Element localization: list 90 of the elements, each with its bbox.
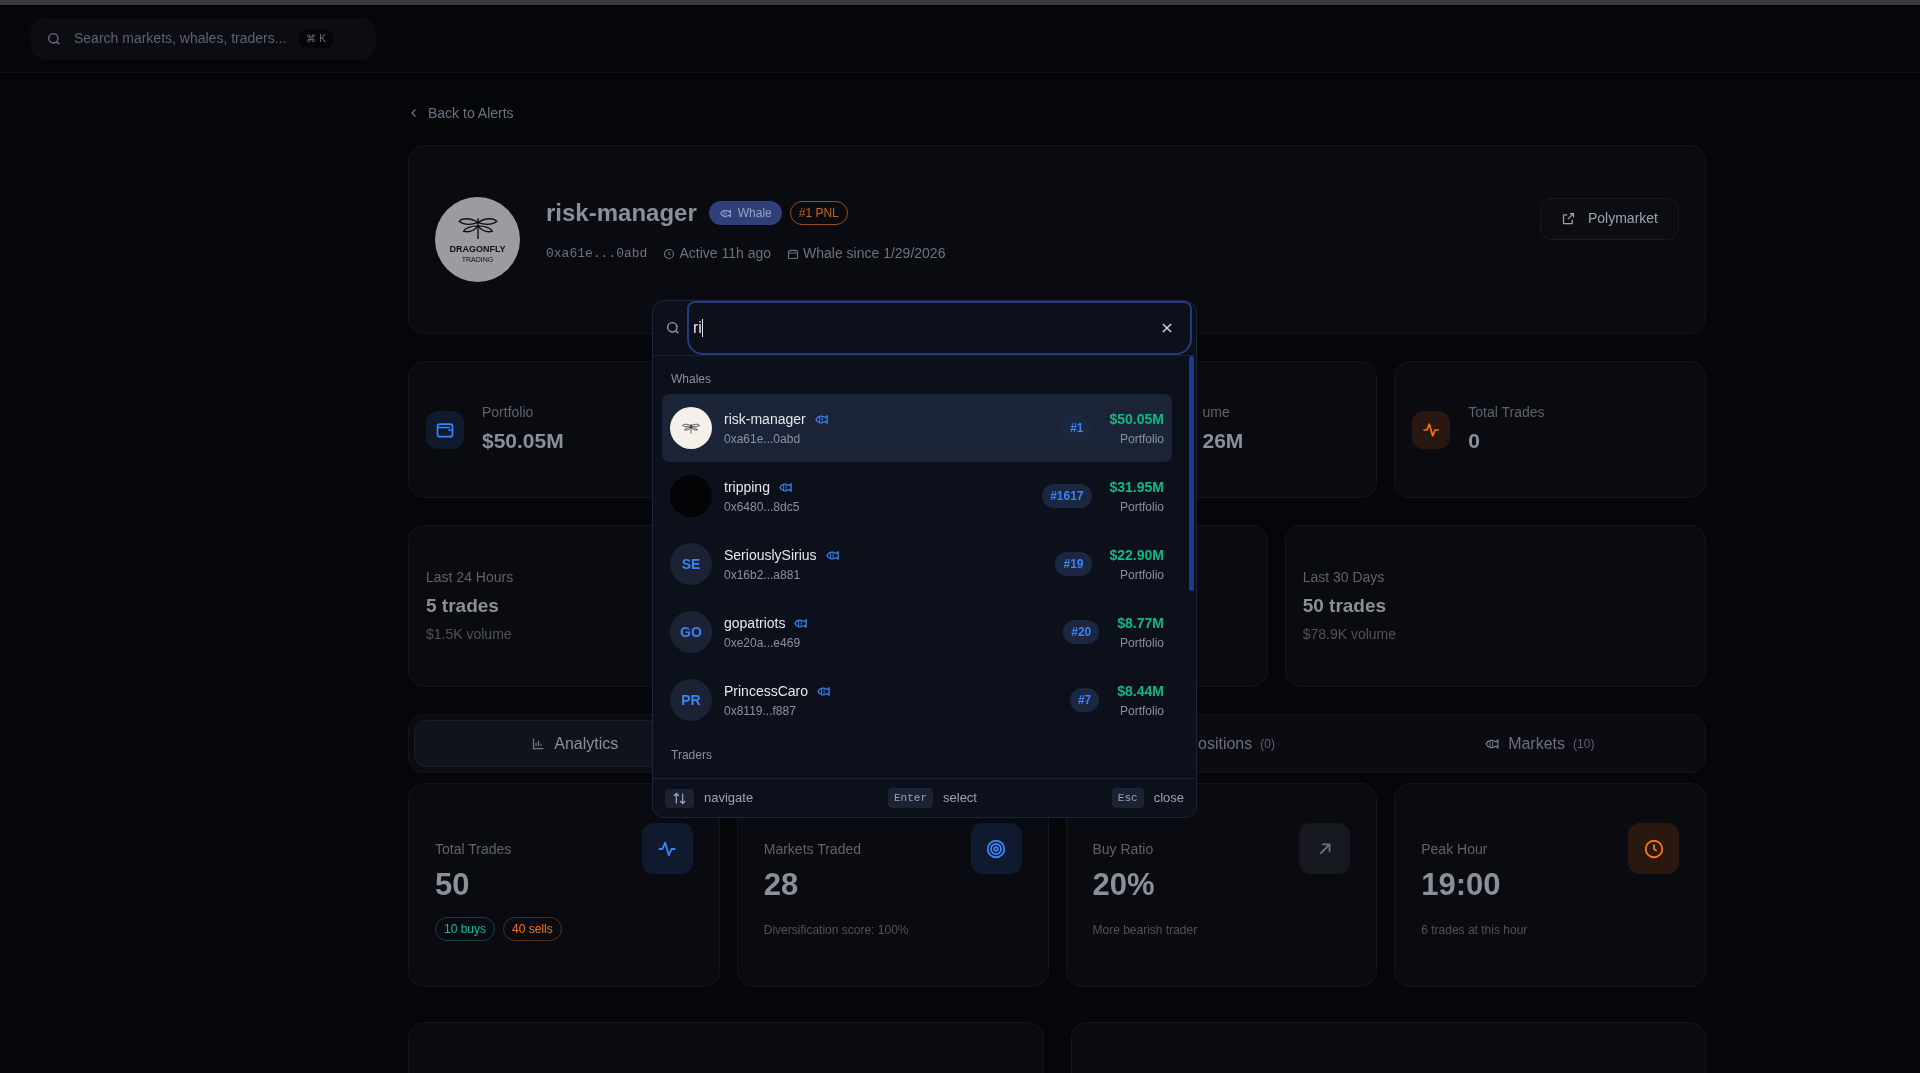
period-volume: $1.5K volume (426, 625, 512, 645)
portfolio-value: $8.77M (1117, 613, 1164, 633)
tab-count: (10) (1573, 735, 1595, 753)
period-trades: 5 trades (426, 593, 499, 618)
stat-label: Total Trades (1468, 403, 1545, 423)
search-result[interactable]: risk-manager 0xa61e...0abd #1 $50.05M Portfolio (662, 394, 1172, 462)
metric-value: 19:00 (1421, 866, 1502, 904)
key-hint-label: select (943, 789, 977, 808)
stat-value: 26M (1202, 428, 1244, 455)
external-link-icon (1560, 211, 1576, 226)
whale-badge: Whale (708, 201, 782, 225)
search-icon (46, 30, 62, 47)
polymarket-button[interactable]: Polymarket (1539, 197, 1679, 240)
dragonfly-icon (681, 422, 701, 434)
search-result[interactable]: GO gopatriots 0xe20a...e469 #20 $8.77M Portfolio (662, 598, 1172, 666)
whale-since-date: Whale since 1/29/2026 (803, 244, 946, 263)
back-link[interactable]: Back to Alerts (408, 102, 514, 124)
portfolio-label: Portfolio (1119, 430, 1164, 448)
up-down-arrows-icon (672, 791, 687, 805)
portfolio-value: $22.90M (1109, 545, 1164, 565)
rank-badge: #1617 (1042, 484, 1092, 508)
period-trades: 50 trades (1302, 593, 1387, 618)
whale-name: PrincessCaro (724, 681, 809, 701)
key-hint: Enter (888, 787, 933, 809)
tab[interactable]: Markets (10) (1378, 720, 1700, 767)
metric-label: Markets Traded (763, 840, 862, 859)
clock-icon (663, 247, 676, 260)
key-hint-label: close (1153, 789, 1184, 808)
whale-name: tripping (724, 477, 770, 497)
period-label: Last 24 Hours (426, 567, 514, 587)
rank-badge: #1 (1062, 416, 1092, 440)
portfolio-value: $8.44M (1117, 681, 1164, 701)
key-hint: Esc (1111, 787, 1144, 809)
metric-label: Buy Ratio (1092, 840, 1155, 859)
section-heading: Whales (670, 371, 712, 388)
scrollbar[interactable] (1189, 356, 1194, 591)
avatar-initials: GO (670, 611, 712, 653)
metric-value: 28 (763, 866, 800, 904)
key-hint-label: navigate (704, 789, 754, 808)
metric-note: Diversification score: 100% (763, 921, 909, 939)
portfolio-label: Portfolio (1119, 702, 1164, 720)
metric-note: More bearish trader (1092, 921, 1198, 939)
shortcut-key: ⌘ K (298, 29, 334, 48)
period-volume: $78.9K volume (1302, 625, 1397, 645)
search-placeholder: Search markets, whales, traders... (74, 29, 287, 48)
wallet-address: 0x16b2...a881 (724, 566, 802, 584)
wallet-address: 0x8119...f887 (724, 702, 797, 720)
stat-value: $50.05M (482, 428, 564, 455)
search-field[interactable]: Search markets, whales, traders... ⌘ K (30, 17, 376, 60)
search-result[interactable]: SE SeriouslySirius 0x16b2...a881 #19 $22.90M Portfolio (662, 530, 1172, 598)
logo-text: DRAGONFLY (449, 244, 506, 254)
avatar-initials: SE (670, 543, 712, 585)
rank-badge: #19 (1055, 552, 1092, 576)
calendar-icon (787, 247, 799, 260)
profile-name: risk-manager (546, 198, 697, 228)
search-icon (665, 320, 681, 336)
stat-label: Portfolio (482, 403, 535, 423)
wallet-address: 0xa61e...0abd (546, 244, 648, 263)
portfolio-label: Portfolio (1119, 566, 1164, 584)
wallet-address: 0xa61e...0abd (724, 430, 802, 448)
bar-chart-icon (531, 736, 547, 751)
stat-label: ume (1202, 403, 1231, 423)
dragonfly-icon (455, 216, 500, 241)
search-result[interactable]: tripping 0x6480...8dc5 #1617 $31.95M Portfolio (662, 462, 1172, 530)
metric-value: 50 (435, 866, 471, 904)
period-label: Last 30 Days (1302, 567, 1385, 587)
metric-value: 20% (1092, 866, 1156, 904)
metric-label: Peak Hour (1421, 840, 1489, 859)
rank-badge: #20 (1063, 620, 1100, 644)
portfolio-value: $50.05M (1109, 409, 1164, 429)
section-heading: Traders (670, 747, 713, 764)
search-input[interactable]: ri (687, 301, 1192, 355)
active-status: Active 11h ago (679, 244, 771, 263)
whale-name: SeriouslySirius (724, 545, 817, 565)
wallet-address: 0x6480...8dc5 (724, 498, 801, 516)
wallet-address: 0xe20a...e469 (724, 634, 802, 652)
close-icon[interactable] (1160, 321, 1174, 335)
metric-label: Total Trades (435, 840, 513, 859)
portfolio-label: Portfolio (1119, 498, 1164, 516)
tab-count: (0) (1260, 735, 1275, 753)
whale-name: gopatriots (724, 613, 786, 633)
whale-name: risk-manager (724, 409, 806, 429)
clock-icon (1642, 837, 1665, 860)
stat-value: 0 (1468, 428, 1481, 455)
avatar-initials: PR (670, 679, 712, 721)
rank-badge: #7 (1069, 688, 1100, 712)
target-icon (985, 837, 1007, 860)
metric-note: 6 trades at this hour (1421, 921, 1528, 939)
portfolio-label: Portfolio (1119, 634, 1164, 652)
portfolio-value: $31.95M (1109, 477, 1164, 497)
